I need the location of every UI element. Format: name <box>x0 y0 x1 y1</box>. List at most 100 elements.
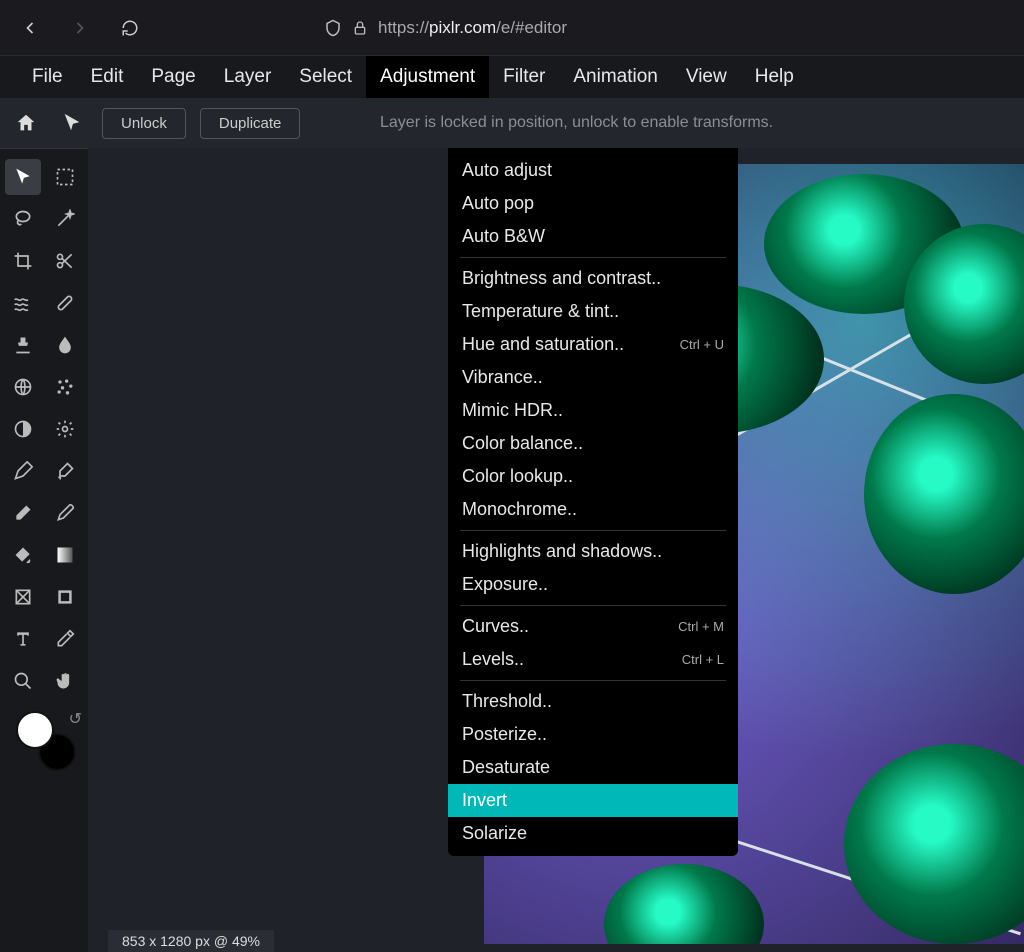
main-area: ↺ Auto adjust Auto pop Auto B&W Brightness … <box>0 148 1024 952</box>
adjustment-item-curves[interactable]: Curves.. Ctrl + M <box>448 610 738 643</box>
url-text: https://pixlr.com/e/#editor <box>378 18 567 38</box>
adjustment-item-desaturate[interactable]: Desaturate <box>448 751 738 784</box>
adjustment-item-levels[interactable]: Levels..Ctrl + L <box>448 643 738 676</box>
menu-item-label: Mimic HDR.. <box>462 400 563 421</box>
tool-arrow-select[interactable] <box>5 159 41 195</box>
tool-text[interactable] <box>5 621 41 657</box>
unlock-button[interactable]: Unlock <box>102 108 186 139</box>
adjustment-item-posterize[interactable]: Posterize.. <box>448 718 738 751</box>
menu-item-label: Posterize.. <box>462 724 547 745</box>
adjustment-item-monochrome[interactable]: Monochrome.. <box>448 493 738 526</box>
home-button[interactable] <box>10 107 42 139</box>
menu-item-shortcut: Ctrl + U <box>680 337 724 352</box>
adjustment-item-temperature-tint[interactable]: Temperature & tint.. <box>448 295 738 328</box>
adjustment-item-highlights-and-shadows[interactable]: Highlights and shadows.. <box>448 535 738 568</box>
brush-icon <box>55 461 75 481</box>
lasso-icon <box>13 209 33 229</box>
swap-colors-icon[interactable]: ↺ <box>69 709 82 729</box>
tool-gradient[interactable] <box>47 537 83 573</box>
tool-zoom[interactable] <box>5 663 41 699</box>
adjustment-item-mimic-hdr[interactable]: Mimic HDR.. <box>448 394 738 427</box>
menu-item-label: Auto adjust <box>462 160 552 181</box>
menu-select[interactable]: Select <box>285 56 366 98</box>
menu-filter[interactable]: Filter <box>489 56 559 98</box>
menu-file[interactable]: File <box>18 56 77 98</box>
menu-page[interactable]: Page <box>137 56 209 98</box>
menu-item-label: Temperature & tint.. <box>462 301 619 322</box>
app-menu-bar: File Edit Page Layer Select Adjustment F… <box>0 56 1024 98</box>
tool-crop[interactable] <box>5 243 41 279</box>
adjustment-item-brightness-and-contrast[interactable]: Brightness and contrast.. <box>448 262 738 295</box>
color-swatches[interactable]: ↺ <box>16 711 72 767</box>
menu-item-label: Highlights and shadows.. <box>462 541 662 562</box>
tool-pen[interactable] <box>5 453 41 489</box>
tool-lasso[interactable] <box>5 201 41 237</box>
duplicate-button[interactable]: Duplicate <box>200 108 301 139</box>
menu-animation[interactable]: Animation <box>559 56 672 98</box>
tool-shape[interactable] <box>5 579 41 615</box>
tool-heal[interactable] <box>47 285 83 321</box>
tool-sponge[interactable] <box>47 411 83 447</box>
menu-item-label: Invert <box>462 790 507 811</box>
menu-item-label: Curves.. <box>462 616 529 637</box>
tool-frame[interactable] <box>47 579 83 615</box>
adjustment-item-color-balance[interactable]: Color balance.. <box>448 427 738 460</box>
adjustment-item-auto-adjust[interactable]: Auto adjust <box>448 154 738 187</box>
tool-disperse[interactable] <box>47 369 83 405</box>
menu-help[interactable]: Help <box>741 56 808 98</box>
adjustment-item-exposure[interactable]: Exposure.. <box>448 568 738 601</box>
forward-button[interactable] <box>64 12 96 44</box>
home-icon <box>15 112 37 134</box>
tool-brush[interactable] <box>47 453 83 489</box>
adjustment-item-auto-pop[interactable]: Auto pop <box>448 187 738 220</box>
tool-marquee[interactable] <box>47 159 83 195</box>
menu-item-label: Vibrance.. <box>462 367 543 388</box>
adjustment-item-color-lookup[interactable]: Color lookup.. <box>448 460 738 493</box>
menu-item-label: Color lookup.. <box>462 466 573 487</box>
back-button[interactable] <box>14 12 46 44</box>
adjustment-item-solarize[interactable]: Solarize <box>448 817 738 850</box>
tool-dodge[interactable] <box>5 411 41 447</box>
eyedropper-icon <box>55 629 75 649</box>
tool-liquify[interactable] <box>5 285 41 321</box>
adjustment-item-hue-and-saturation[interactable]: Hue and saturation..Ctrl + U <box>448 328 738 361</box>
tool-sidebar: ↺ <box>0 148 88 952</box>
canvas-area[interactable]: Auto adjust Auto pop Auto B&W Brightness an… <box>88 148 1024 952</box>
adjustment-item-invert[interactable]: Invert <box>448 784 738 817</box>
menu-item-label: Auto pop <box>462 193 534 214</box>
scissors-icon <box>55 251 75 271</box>
tool-magic-wand[interactable] <box>47 201 83 237</box>
dots-icon <box>55 377 75 397</box>
arrow-left-icon <box>20 18 40 38</box>
tool-paint[interactable] <box>47 495 83 531</box>
menu-item-label: Exposure.. <box>462 574 548 595</box>
foreground-swatch[interactable] <box>16 711 54 749</box>
menu-edit[interactable]: Edit <box>77 56 138 98</box>
menu-adjustment[interactable]: Adjustment <box>366 56 489 98</box>
reload-button[interactable] <box>114 12 146 44</box>
reload-icon <box>121 19 139 37</box>
tool-clone[interactable] <box>5 327 41 363</box>
tool-eraser[interactable] <box>5 495 41 531</box>
status-bar: 853 x 1280 px @ 49% <box>108 930 274 952</box>
tool-cut[interactable] <box>47 243 83 279</box>
cursor-icon <box>13 167 33 187</box>
tool-fill[interactable] <box>5 537 41 573</box>
menu-item-shortcut: Ctrl + L <box>682 652 724 667</box>
adjustment-item-auto-b-w[interactable]: Auto B&W <box>448 220 738 253</box>
tool-blur[interactable] <box>47 327 83 363</box>
address-bar[interactable]: https://pixlr.com/e/#editor <box>314 10 1010 46</box>
menu-layer[interactable]: Layer <box>210 56 286 98</box>
shield-icon <box>324 19 342 37</box>
menu-view[interactable]: View <box>672 56 741 98</box>
contrast-icon <box>13 419 33 439</box>
tool-hand[interactable] <box>47 663 83 699</box>
adjustment-item-threshold[interactable]: Threshold.. <box>448 685 738 718</box>
wand-icon <box>55 209 75 229</box>
arrange-tool-indicator[interactable] <box>56 107 88 139</box>
tool-pixel[interactable] <box>5 369 41 405</box>
tool-eyedropper[interactable] <box>47 621 83 657</box>
adjustment-item-vibrance[interactable]: Vibrance.. <box>448 361 738 394</box>
menu-item-shortcut: Ctrl + M <box>678 619 724 634</box>
menu-item-label: Monochrome.. <box>462 499 577 520</box>
